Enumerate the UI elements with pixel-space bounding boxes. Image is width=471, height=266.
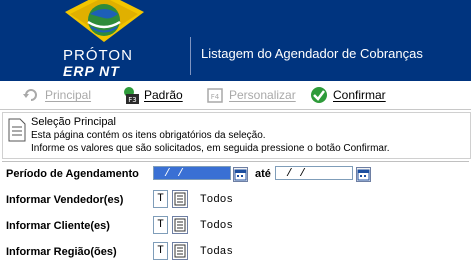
date-from-input[interactable]: / / (153, 166, 231, 180)
padrao-button[interactable]: F3 Padrão (121, 85, 183, 105)
divider (2, 161, 469, 162)
info-title: Seleção Principal (31, 116, 116, 128)
lookup-icon[interactable] (172, 190, 188, 208)
svg-text:F4: F4 (211, 93, 220, 101)
document-icon (8, 118, 26, 142)
periodo-label: Período de Agendamento (6, 168, 139, 180)
confirmar-label: Confirmar (333, 88, 386, 102)
header-divider (190, 37, 191, 75)
vendedor-label: Informar Vendedor(es) (6, 194, 124, 206)
logo-word-proton: PRÓTON (63, 47, 133, 64)
info-panel: Seleção Principal Esta página contém os … (2, 112, 471, 159)
regiao-value: Todas (200, 246, 234, 258)
principal-label: Principal (45, 88, 92, 102)
page-title: Listagem do Agendador de Cobranças (201, 46, 423, 61)
regiao-label: Informar Região(ões) (6, 246, 117, 258)
personalizar-button[interactable]: F4 Personalizar (206, 85, 296, 105)
app-header: PRÓTON ERP NT Listagem do Agendador de C… (0, 0, 471, 81)
calendar-icon[interactable] (233, 167, 248, 182)
principal-button[interactable]: Principal (22, 85, 91, 105)
toolbar: Principal F3 Padrão F4 Personalizar Conf… (0, 81, 471, 110)
personalizar-label: Personalizar (229, 88, 296, 102)
f4-key-icon: F4 (207, 88, 223, 103)
padrao-label: Padrão (144, 88, 183, 102)
refresh-icon (23, 89, 37, 101)
confirmar-button[interactable]: Confirmar (310, 85, 386, 105)
f3-key-icon: F3 (124, 87, 139, 104)
vendedor-value: Todos (200, 194, 234, 206)
info-line-1: Esta página contém os itens obrigatórios… (31, 130, 266, 141)
date-to-input[interactable]: / / (275, 166, 353, 180)
cliente-value: Todos (200, 220, 234, 232)
lookup-icon[interactable] (172, 216, 188, 234)
lookup-icon[interactable] (172, 242, 188, 260)
calendar-icon[interactable] (356, 167, 371, 182)
regiao-code-input[interactable]: T (153, 242, 168, 260)
cliente-label: Informar Cliente(es) (6, 220, 110, 232)
svg-text:F3: F3 (128, 96, 136, 104)
info-line-2: Informe os valores que são solicitados, … (31, 143, 390, 154)
logo-word-erp: ERP NT (63, 63, 120, 79)
checkmark-icon (311, 87, 327, 103)
ate-label: até (255, 168, 271, 180)
cliente-code-input[interactable]: T (153, 216, 168, 234)
vendedor-code-input[interactable]: T (153, 190, 168, 208)
